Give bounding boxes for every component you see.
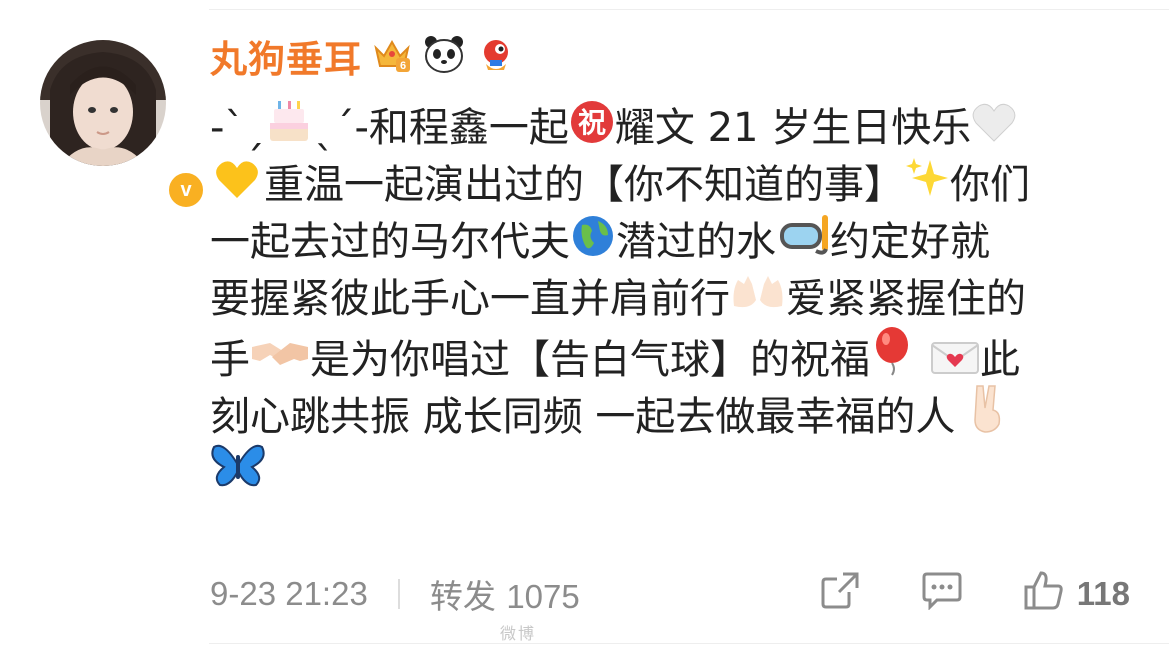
post-line: -ˋˏ ˎˊ-和程鑫一起祝耀文 21 岁生日快乐: [210, 99, 1140, 156]
repost-count: 1075: [506, 578, 580, 615]
post-line: 一起去过的马尔代夫 潜过的水 约定好就: [210, 213, 1140, 270]
sparkles-icon: [904, 156, 950, 218]
post-text: ˎˊ-和程鑫一起: [314, 105, 569, 151]
bottom-divider: [209, 643, 1169, 644]
post-text: 要握紧彼此手心一直并肩前行: [210, 276, 730, 322]
level-badge-number: 6: [400, 60, 406, 72]
post-text: 你们: [950, 162, 1030, 208]
top-divider: [209, 9, 1169, 10]
vip-crown-icon[interactable]: 6: [372, 34, 412, 78]
post-header: 丸狗垂耳 6: [210, 30, 516, 82]
globe-icon: [570, 213, 616, 275]
svg-text:祝: 祝: [578, 106, 606, 139]
verified-badge-icon: v: [166, 170, 206, 210]
post-text: 爱紧紧握住的: [786, 276, 1026, 322]
post-text: 此: [980, 337, 1020, 383]
footer-separator: [397, 579, 400, 609]
like-count[interactable]: 118: [1077, 575, 1130, 613]
post-line: 刻心跳共振 成长同频 一起去做最幸福的人: [210, 384, 1140, 441]
white-heart-icon: [971, 101, 1017, 161]
weibo-watermark: 微博: [500, 624, 537, 643]
comment-icon[interactable]: [921, 570, 963, 618]
avatar[interactable]: v: [40, 40, 206, 210]
post-text: 是为你唱过【告白气球】的祝福: [310, 337, 870, 383]
post-content: -ˋˏ ˎˊ-和程鑫一起祝耀文 21 岁生日快乐 重温一起演出过的【你不知道的事】…: [210, 99, 1140, 498]
post-text: 约定好就: [830, 219, 990, 265]
post-text: -ˋˏ: [210, 105, 265, 151]
post-text: 一起去过的马尔代夫: [210, 219, 570, 265]
post-footer: 9-23 21:23 转发 1075 118: [210, 566, 1130, 622]
weibo-mascot-icon[interactable]: [476, 34, 516, 78]
username[interactable]: 丸狗垂耳: [210, 29, 362, 83]
avatar-photo: [40, 40, 166, 166]
diving-mask-icon: [776, 213, 830, 275]
post-actions: 118: [819, 566, 1130, 622]
like-thumb-icon[interactable]: [1023, 569, 1065, 619]
post-text: 手: [210, 337, 250, 383]
post-line: 要握紧彼此手心一直并肩前行 爱紧紧握住的: [210, 270, 1140, 327]
congrats-icon: 祝: [569, 99, 615, 161]
repost-link[interactable]: 转发 1075: [430, 570, 580, 618]
panda-icon[interactable]: [422, 34, 466, 78]
yellow-heart-icon: [210, 158, 264, 218]
post-line: 手 是为你唱过【告白气球】的祝福 此: [210, 327, 1140, 384]
victory-hand-icon: [967, 384, 1007, 450]
post-line: 重温一起演出过的【你不知道的事】 你们: [210, 156, 1140, 213]
post-text: 耀文 21 岁生日快乐: [614, 105, 972, 151]
share-icon[interactable]: [819, 570, 861, 618]
post-text: 潜过的水: [616, 219, 776, 265]
post-timestamp: 9-23 21:23: [210, 575, 368, 612]
repost-label: 转发: [429, 577, 496, 616]
post-text: 重温一起演出过的【你不知道的事】: [264, 162, 904, 208]
open-hands-icon: [730, 270, 786, 332]
butterfly-icon: [210, 441, 266, 505]
cake-icon: [264, 99, 314, 161]
post-text: 刻心跳共振 成长同频 一起去做最幸福的人: [210, 394, 956, 440]
